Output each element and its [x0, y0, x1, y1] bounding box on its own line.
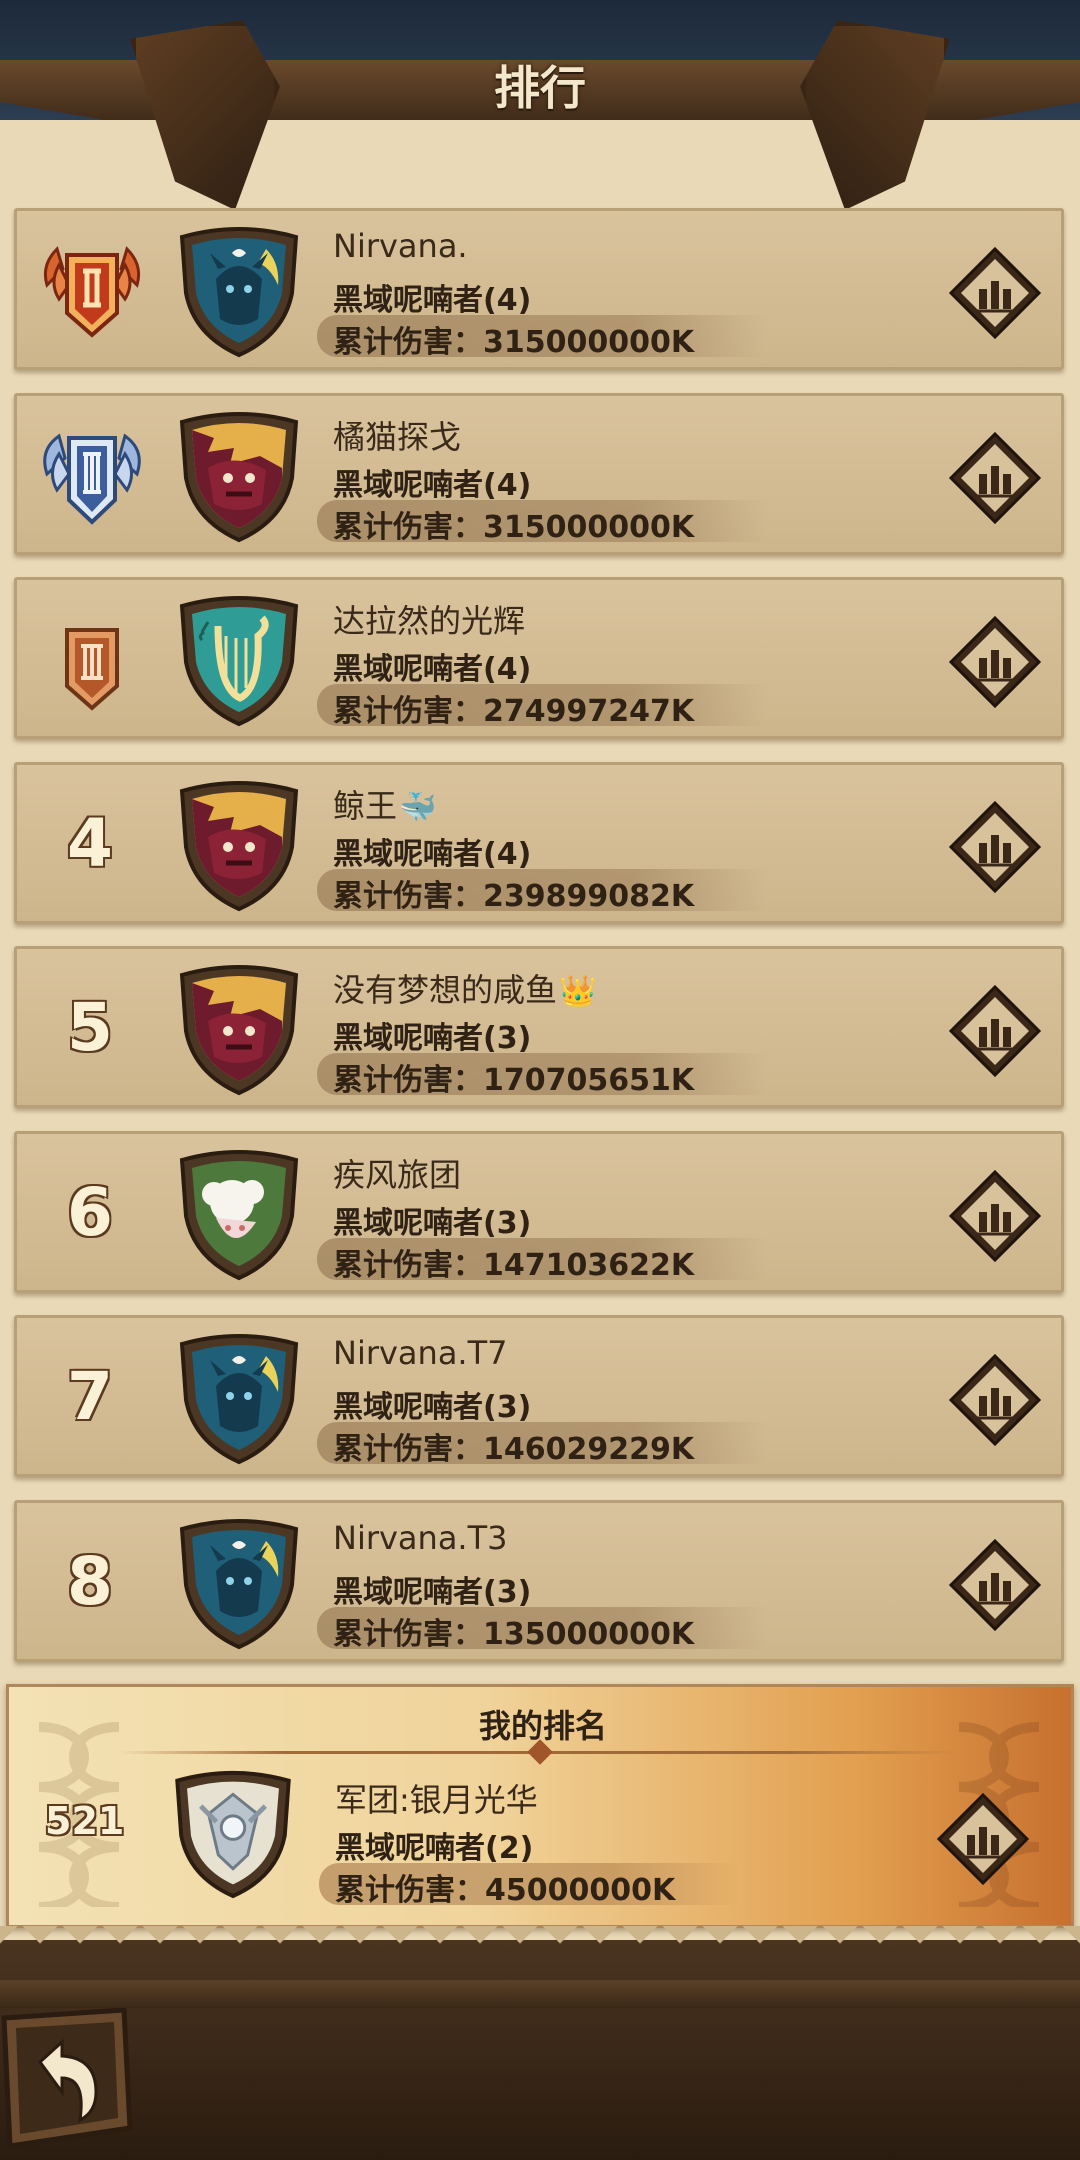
bar-chart-icon[interactable] [947, 1168, 1043, 1264]
demon-knight-emblem [174, 223, 304, 358]
boss-level: 黑域呢喃者(4) [333, 837, 532, 872]
guild-name: 达拉然的光辉 [333, 596, 525, 642]
rank-number: 5 [67, 989, 113, 1066]
demon-knight-emblem [174, 1330, 304, 1465]
red-dragon-emblem [174, 408, 304, 543]
name-decoration-icon: 👑 [559, 974, 597, 1009]
rank-number: 6 [67, 1174, 113, 1251]
leaderboard-row[interactable]: 4 鲸王🐳 黑域呢喃者(4) 累计伤害：239899082K [14, 762, 1064, 924]
my-rank-title: 我的排名 [478, 1707, 607, 1745]
rank-2-medal [37, 420, 147, 530]
damage-total: 累计伤害：147103622K [333, 1248, 695, 1283]
red-dragon-emblem [174, 777, 304, 912]
bar-chart-icon[interactable] [947, 1352, 1043, 1448]
guild-name-text: 达拉然的光辉 [333, 602, 526, 640]
boss-level: 黑域呢喃者(3) [333, 1390, 532, 1425]
leaderboard-row[interactable]: 达拉然的光辉 黑域呢喃者(4) 累计伤害：274997247K [14, 577, 1064, 739]
leaderboard-row[interactable]: 5 没有梦想的咸鱼👑 黑域呢喃者(3) 累计伤害：170705651K [14, 946, 1064, 1108]
bar-chart-icon[interactable] [947, 1537, 1043, 1633]
my-damage-total: 累计伤害：45000000K [335, 1873, 676, 1908]
header-bar: 排行 [0, 0, 1080, 210]
boss-level: 黑域呢喃者(4) [333, 283, 532, 318]
my-guild-name: 军团:银月光华 [335, 1781, 538, 1819]
rank-number: 7 [67, 1358, 113, 1435]
demon-knight-emblem [174, 1515, 304, 1650]
guild-name: Nirvana.T3 [333, 1519, 508, 1557]
harp-emblem [174, 592, 304, 727]
rank-3-medal [37, 604, 147, 714]
leaderboard-row[interactable]: Nirvana. 黑域呢喃者(4) 累计伤害：315000000K [14, 208, 1064, 370]
guild-name: 没有梦想的咸鱼👑 [333, 965, 596, 1011]
leaderboard-row[interactable]: 橘猫探戈黑域呢喃者(4) 累计伤害：315000000K [14, 393, 1064, 555]
red-dragon-emblem [174, 961, 304, 1096]
my-rank-number: 521 [45, 1799, 125, 1843]
guild-name-text: 橘猫探戈 [333, 418, 462, 456]
bar-chart-icon[interactable] [947, 614, 1043, 710]
my-rank-panel: 我的排名 521 军团:银月光华 黑域呢喃者(2) 累计伤害：45000000K [6, 1684, 1074, 1928]
guild-name-text: Nirvana. [333, 227, 468, 265]
damage-total: 累计伤害：315000000K [333, 510, 695, 545]
bar-chart-icon[interactable] [947, 799, 1043, 895]
damage-total: 累计伤害：135000000K [333, 1617, 695, 1652]
guild-name-text: 疾风旅团 [333, 1156, 462, 1194]
guild-name: 疾风旅团 [333, 1150, 461, 1196]
rank-number: 8 [67, 1543, 113, 1620]
boss-level: 黑域呢喃者(4) [333, 652, 532, 687]
boss-level: 黑域呢喃者(3) [333, 1575, 532, 1610]
guild-name: Nirvana. [333, 227, 468, 265]
guild-name-text: 没有梦想的咸鱼 [333, 971, 558, 1009]
boss-level: 黑域呢喃者(3) [333, 1206, 532, 1241]
white-cat-emblem [174, 1146, 304, 1281]
footer-bar [0, 1926, 1080, 2160]
bar-chart-icon[interactable] [947, 983, 1043, 1079]
leaderboard-row[interactable]: 7 Nirvana.T7 黑域呢喃者(3) 累计伤害：146029229K [14, 1315, 1064, 1477]
bar-chart-icon[interactable] [947, 430, 1043, 526]
silver-crest-emblem [169, 1767, 297, 1899]
my-boss-level: 黑域呢喃者(2) [335, 1831, 534, 1866]
boss-level: 黑域呢喃者(3) [333, 1021, 532, 1056]
damage-total: 累计伤害：315000000K [333, 325, 695, 360]
damage-total: 累计伤害：170705651K [333, 1063, 695, 1098]
name-decoration-icon: 🐳 [399, 790, 437, 825]
guild-name: 鲸王🐳 [333, 781, 436, 827]
bar-chart-icon[interactable] [947, 245, 1043, 341]
guild-name-text: 鲸王 [333, 787, 398, 825]
damage-total: 累计伤害：239899082K [333, 879, 695, 914]
damage-total: 累计伤害：146029229K [333, 1432, 695, 1467]
back-arrow-icon[interactable] [0, 2008, 134, 2150]
rank-1-medal [37, 235, 147, 345]
rank-number: 4 [67, 805, 113, 882]
guild-name: 橘猫探戈 [333, 412, 461, 458]
guild-name: Nirvana.T7 [333, 1334, 508, 1372]
guild-name-text: Nirvana.T7 [333, 1334, 508, 1372]
damage-total: 累计伤害：274997247K [333, 694, 695, 729]
leaderboard-row[interactable]: 8 Nirvana.T3 黑域呢喃者(3) 累计伤害：135000000K [14, 1500, 1064, 1662]
bar-chart-icon[interactable] [935, 1791, 1031, 1887]
boss-level: 黑域呢喃者(4) [333, 468, 532, 503]
guild-name-text: Nirvana.T3 [333, 1519, 508, 1557]
page-title: 排行 [494, 61, 586, 115]
leaderboard-row[interactable]: 6 疾风旅团黑域呢喃者(3) 累计伤害：147103622K [14, 1131, 1064, 1293]
